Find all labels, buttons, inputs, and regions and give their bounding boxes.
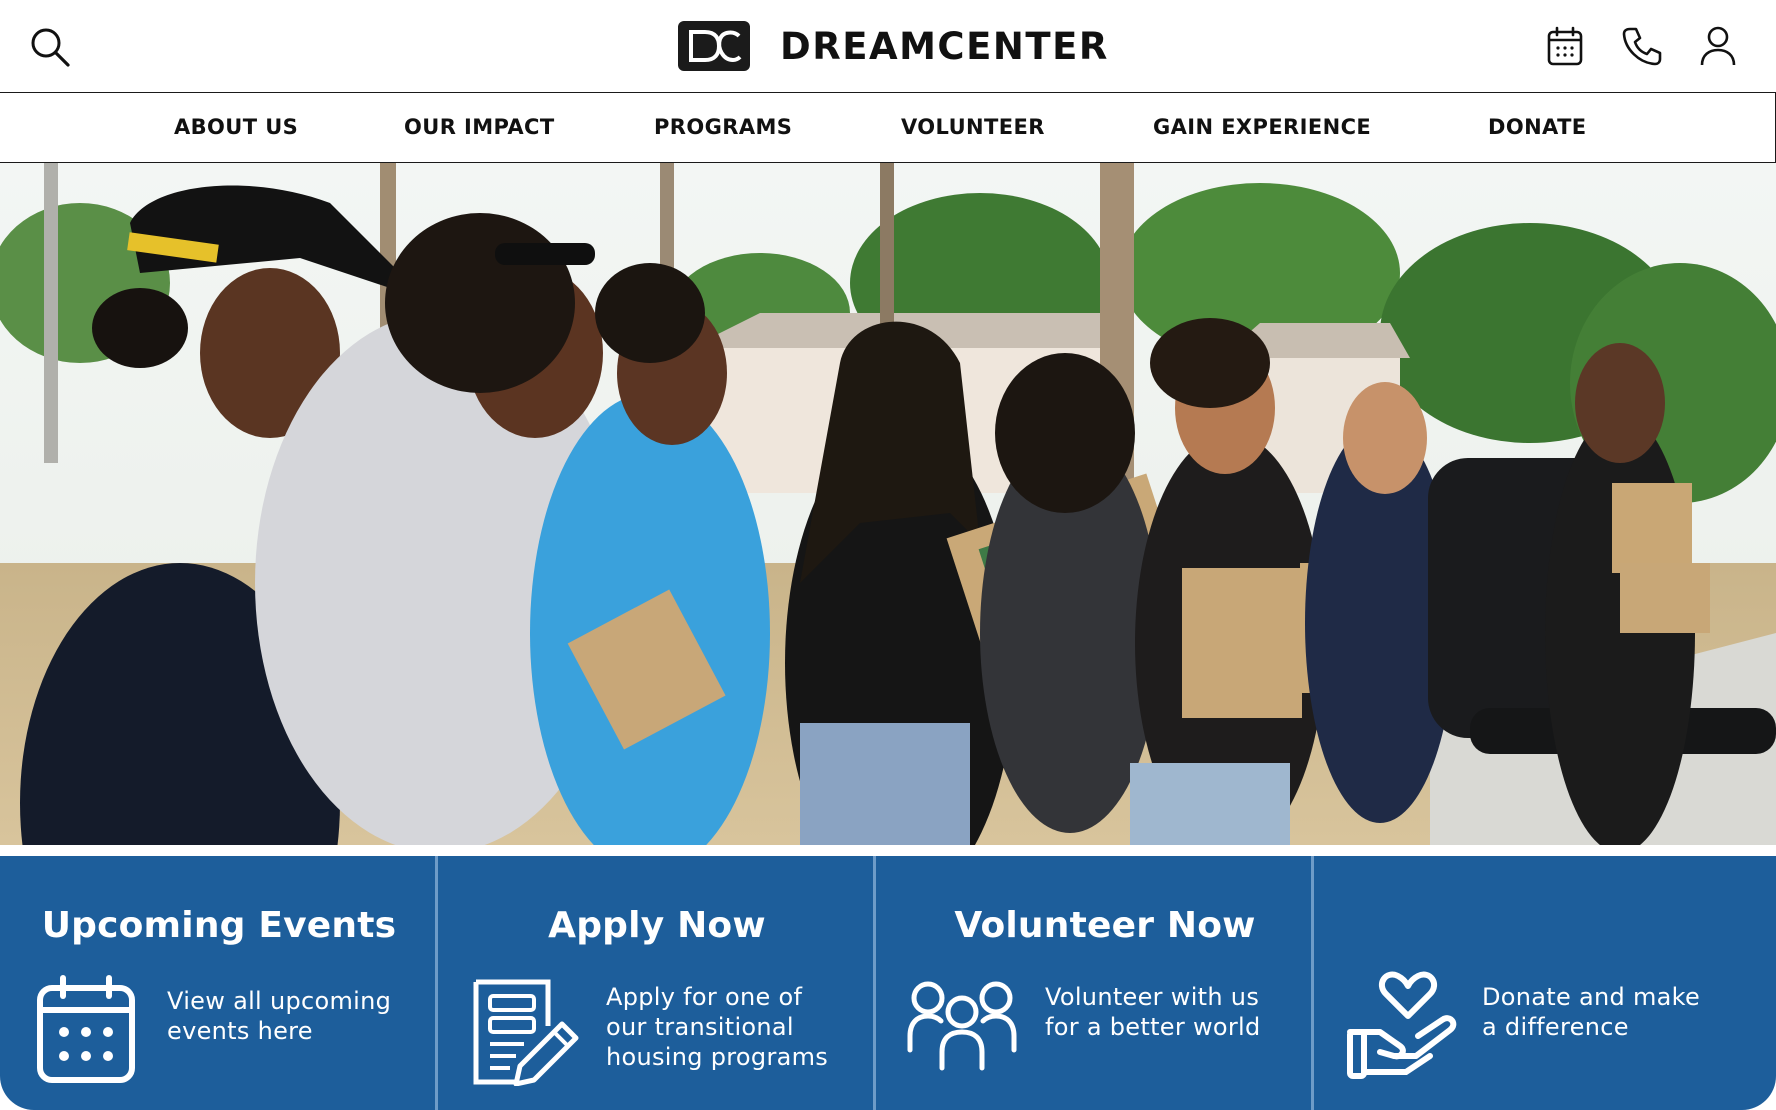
nav-gain-experience[interactable]: GAIN EXPERIENCE	[1153, 93, 1371, 161]
nav-programs[interactable]: PROGRAMS	[654, 93, 792, 161]
application-form-icon	[472, 978, 582, 1090]
user-icon[interactable]	[1697, 24, 1739, 68]
brand-logo[interactable]: DREAMCENTER	[678, 20, 1109, 72]
card-description: View all upcoming events here	[167, 987, 392, 1045]
calendar-icon[interactable]	[1544, 24, 1586, 68]
card-apply-now[interactable]: Apply Now Apply for one of our transitio…	[438, 856, 876, 1110]
heart-in-hand-icon	[1346, 970, 1460, 1084]
card-title: Upcoming Events	[41, 905, 397, 946]
brand-name: DREAMCENTER	[780, 24, 1109, 68]
card-description: Apply for one of our transitional housin…	[606, 983, 829, 1071]
card-title: Volunteer Now	[954, 905, 1256, 946]
hero-image	[0, 163, 1776, 845]
card-upcoming-events[interactable]: Upcoming Events View all upcoming events…	[0, 856, 438, 1110]
dreamcenter-logo-mark	[678, 21, 750, 71]
phone-icon[interactable]	[1620, 24, 1664, 68]
action-cards: Upcoming Events View all upcoming events…	[0, 856, 1776, 1110]
people-group-icon	[906, 980, 1018, 1076]
card-volunteer-now[interactable]: Volunteer Now Volunteer with us for a be…	[876, 856, 1314, 1110]
nav-volunteer[interactable]: VOLUNTEER	[901, 93, 1045, 161]
nav-about-us[interactable]: ABOUT US	[174, 93, 298, 161]
card-description: Volunteer with us for a better world	[1045, 983, 1261, 1041]
card-description: Donate and make a difference	[1482, 983, 1701, 1041]
card-title: Apply Now	[548, 905, 766, 946]
top-header: DREAMCENTER	[0, 0, 1776, 93]
main-navigation: ABOUT US OUR IMPACT PROGRAMS VOLUNTEER G…	[0, 93, 1776, 163]
nav-our-impact[interactable]: OUR IMPACT	[404, 93, 555, 161]
search-icon[interactable]	[28, 25, 72, 69]
nav-donate[interactable]: DONATE	[1488, 93, 1587, 161]
calendar-icon	[36, 974, 136, 1088]
card-donate[interactable]: Donate and make a difference	[1314, 856, 1752, 1110]
